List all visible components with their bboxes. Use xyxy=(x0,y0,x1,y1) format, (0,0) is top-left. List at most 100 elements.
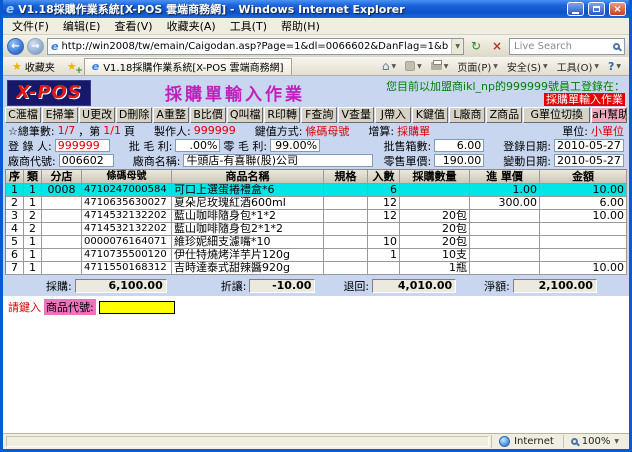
forward-button[interactable]: → xyxy=(27,38,44,55)
cell-price xyxy=(470,262,540,275)
cell-qty: 10支 xyxy=(400,249,470,262)
cell-seq: 5 xyxy=(6,236,24,249)
address-dropdown-icon[interactable]: ▼ xyxy=(451,39,463,54)
toolbar-button[interactable]: J帶入 xyxy=(375,107,411,123)
toolbar-button[interactable]: Z商品 xyxy=(486,107,522,123)
purchase-total-value: 6,100.00 xyxy=(75,279,167,293)
feeds-dropdown-icon: ▼ xyxy=(417,63,422,70)
tools-menu-button[interactable]: 工具(O)▼ xyxy=(553,58,603,74)
refresh-button[interactable]: ↻ xyxy=(467,38,485,55)
col-header-pack: 入數 xyxy=(368,170,400,184)
cell-seq: 2 xyxy=(6,197,24,210)
menu-item[interactable]: 工具(T) xyxy=(223,18,274,34)
add-favorite-button[interactable]: ★ + xyxy=(63,58,81,74)
cell-price: 1.00 xyxy=(470,184,540,197)
stop-button[interactable]: × xyxy=(488,38,506,55)
page-menu-label: 页面(P) xyxy=(457,59,491,74)
table-row[interactable]: 4 2 4714532132202 藍山咖啡隨身包2*1*2 20包 xyxy=(6,223,627,236)
favorites-button[interactable]: ★ 收藏夹 xyxy=(7,58,60,74)
table-row[interactable]: 2 1 4710635630027 夏朵尼玫瑰紅酒600ml 12 300.00… xyxy=(6,197,627,210)
cell-branch xyxy=(42,249,82,262)
toolbar-button[interactable]: K鍵值 xyxy=(412,107,448,123)
address-bar[interactable]: e http://win2008/tw/emain/Caigodan.asp?P… xyxy=(47,38,464,55)
help-icon: ? xyxy=(608,60,614,73)
batch-boxes-field[interactable]: 6.00 xyxy=(434,139,484,152)
toolbar-button[interactable]: B比價 xyxy=(190,107,226,123)
maximize-button[interactable] xyxy=(588,2,605,16)
toolbar-button[interactable]: G單位切換 xyxy=(523,107,590,123)
login-date-field[interactable]: 2010-05-27 xyxy=(554,139,624,152)
col-header-spec: 規格 xyxy=(324,170,368,184)
cell-type: 2 xyxy=(24,210,42,223)
table-row[interactable]: 3 2 4714532132202 藍山咖啡隨身包*1*2 12 20包 10.… xyxy=(6,210,627,223)
menu-item[interactable]: 编辑(E) xyxy=(56,18,108,34)
zero-margin-field[interactable]: 99.00% xyxy=(270,139,320,152)
cell-amount xyxy=(540,223,627,236)
cell-branch: 0008 xyxy=(42,184,82,197)
security-zone-section: Internet xyxy=(491,435,561,448)
address-url: http://win2008/tw/emain/Caigodan.asp?Pag… xyxy=(61,41,448,52)
back-button[interactable]: ← xyxy=(7,38,24,55)
change-date-field[interactable]: 2010-05-27 xyxy=(554,154,624,167)
home-button[interactable]: ⌂▼ xyxy=(378,58,400,74)
page-menu-button[interactable]: 页面(P)▼ xyxy=(453,58,501,74)
cell-spec xyxy=(324,210,368,223)
search-box[interactable] xyxy=(509,38,625,55)
toolbar-button[interactable]: D刪除 xyxy=(116,107,152,123)
internet-zone-icon xyxy=(499,436,510,447)
toolbar-button[interactable]: L廠商 xyxy=(449,107,485,123)
search-icon[interactable] xyxy=(613,43,620,50)
col-header-barcode: 條碼母號 xyxy=(82,170,172,184)
menu-item[interactable]: 收藏夹(A) xyxy=(160,18,223,34)
cell-name: 夏朵尼玫瑰紅酒600ml xyxy=(172,197,324,210)
toolbar-button[interactable]: Q叫檔 xyxy=(227,107,263,123)
vendor-code-field[interactable]: 006602 xyxy=(59,154,114,167)
operator-field[interactable]: 999999 xyxy=(55,139,110,152)
retail-price-field[interactable]: 190.00 xyxy=(434,154,484,167)
toolbar-button[interactable]: E掃筆 xyxy=(42,107,78,123)
table-row[interactable]: 6 1 4710735500120 伊仕特燒烤洋芋片120g 1 10支 xyxy=(6,249,627,262)
close-button[interactable]: × xyxy=(609,2,626,16)
cell-name: 藍山咖啡隨身包*1*2 xyxy=(172,210,324,223)
table-row[interactable]: 1 1 0008 4710247000584 可口上選蛋捲禮盒*6 6 1.00… xyxy=(6,184,627,197)
browser-tab[interactable]: e V1.18採購作業系統[X-POS 雲端商務網] xyxy=(84,58,292,75)
product-code-input[interactable] xyxy=(99,301,175,314)
cell-pack: 1 xyxy=(368,249,400,262)
vendor-row: 廠商代號: 006602 廠商名稱: 牛頭店-有喜聯(股)公司 零售單價: 19… xyxy=(3,153,629,168)
zoom-control[interactable]: 100% ▼ xyxy=(563,435,626,448)
page-suffix-label: 頁 xyxy=(124,123,135,139)
search-input[interactable] xyxy=(514,41,610,52)
cell-seq: 6 xyxy=(6,249,24,262)
minimize-button[interactable] xyxy=(567,2,584,16)
col-header-name: 商品名稱 xyxy=(172,170,324,184)
title-bar[interactable]: e V1.18採購作業系統[X-POS 雲端商務網] - Windows Int… xyxy=(3,0,629,18)
toolbar-button[interactable]: U更改 xyxy=(79,107,115,123)
safety-menu-button[interactable]: 安全(S)▼ xyxy=(503,58,552,74)
safety-menu-label: 安全(S) xyxy=(507,59,541,74)
menu-item[interactable]: 文件(F) xyxy=(5,18,56,34)
menu-item[interactable]: 查看(V) xyxy=(107,18,159,34)
table-body: 1 1 0008 4710247000584 可口上選蛋捲禮盒*6 6 1.00… xyxy=(6,184,627,275)
toolbar-button[interactable]: A重整 xyxy=(153,107,189,123)
zoom-value: 100% xyxy=(582,436,611,447)
prompt-text: 請鍵入 xyxy=(8,299,41,315)
toolbar-button[interactable]: R印轉 xyxy=(264,107,300,123)
prompt-field-label: 商品代號: xyxy=(44,299,96,315)
toolbar-button[interactable]: V查量 xyxy=(338,107,374,123)
batch-margin-field[interactable]: .00% xyxy=(175,139,220,152)
toolbar-button[interactable]: F查詢 xyxy=(301,107,337,123)
cell-qty: 20包 xyxy=(400,223,470,236)
vendor-name-field[interactable]: 牛頭店-有喜聯(股)公司 xyxy=(183,154,373,167)
menu-item[interactable]: 帮助(H) xyxy=(274,18,327,34)
cell-qty xyxy=(400,197,470,210)
feeds-button[interactable]: ▼ xyxy=(401,58,426,74)
table-row[interactable]: 5 1 0000076164071 維珍妮細支濾嘴*10 10 20包 xyxy=(6,236,627,249)
toolbar-button[interactable]: aH幫助 xyxy=(591,107,627,123)
help-button[interactable]: ?▼ xyxy=(604,58,625,74)
print-button[interactable]: ▼ xyxy=(427,58,453,74)
toolbar-button[interactable]: C滙檔 xyxy=(5,107,41,123)
table-row[interactable]: 7 1 4711550168312 吉時達泰式甜辣醬920g 1瓶 10.00 xyxy=(6,262,627,275)
cell-price xyxy=(470,236,540,249)
xpos-logo: X-POS xyxy=(7,80,91,106)
print-icon xyxy=(431,62,442,70)
